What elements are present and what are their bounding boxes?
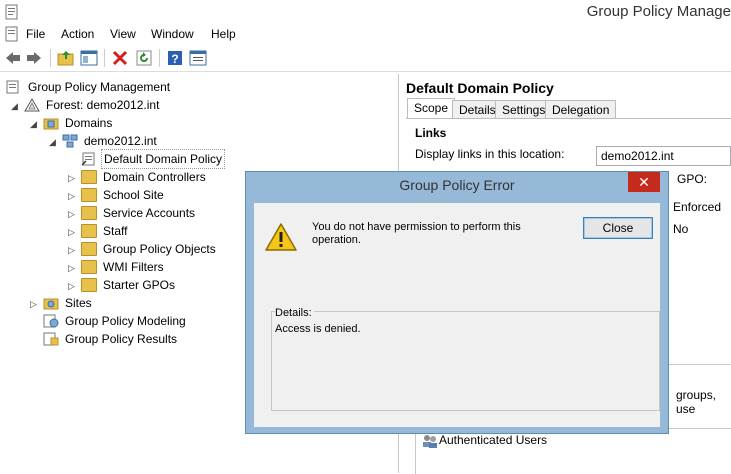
- delete-icon[interactable]: [111, 49, 129, 67]
- back-icon[interactable]: [4, 49, 22, 67]
- collapsed-arrow-icon[interactable]: ▷: [68, 281, 75, 292]
- forest-icon: [24, 98, 40, 112]
- security-filter-text: groups, use: [676, 388, 717, 416]
- collapsed-arrow-icon[interactable]: ▷: [68, 173, 75, 184]
- ou-folder-icon: [81, 170, 97, 184]
- enforced-column-header[interactable]: Enforced: [673, 200, 721, 214]
- window-title: Group Policy Manage: [586, 3, 731, 20]
- list-item[interactable]: Authenticated Users: [439, 433, 547, 447]
- collapsed-arrow-icon[interactable]: ▷: [30, 299, 37, 310]
- collapsed-arrow-icon[interactable]: ▷: [68, 245, 75, 256]
- menu-help[interactable]: Help: [211, 27, 236, 41]
- svg-text:?: ?: [171, 52, 178, 66]
- tab-settings[interactable]: Settings: [495, 100, 553, 119]
- tab-delegation[interactable]: Delegation: [545, 100, 617, 119]
- tab-scope[interactable]: Scope: [407, 98, 456, 119]
- pane-title: Default Domain Policy: [406, 80, 554, 96]
- dialog-body: You do not have permission to perform th…: [254, 203, 660, 427]
- collapsed-arrow-icon[interactable]: ▷: [68, 227, 75, 238]
- dialog-title: Group Policy Error: [399, 177, 515, 193]
- domains-folder-icon: [43, 118, 59, 130]
- ou-folder-icon: [81, 224, 97, 238]
- error-message: You do not have permission to perform th…: [312, 221, 521, 246]
- menu-bar: File Action View Window Help: [0, 24, 731, 44]
- links-heading: Links: [415, 126, 447, 140]
- enforced-value: No: [673, 222, 689, 236]
- gpm-icon: [6, 80, 19, 94]
- wmi-folder-icon: [81, 260, 97, 274]
- sites-icon: [43, 298, 59, 310]
- menu-action[interactable]: Action: [61, 27, 94, 41]
- ou-folder-icon: [81, 188, 97, 202]
- results-icon: [43, 332, 59, 346]
- close-button[interactable]: Close: [583, 217, 653, 239]
- security-filter-list: Authenticated Users: [415, 428, 731, 474]
- gpo-folder-icon: [81, 242, 97, 256]
- expanded-arrow-icon[interactable]: ◢: [30, 119, 37, 130]
- help-icon[interactable]: ?: [166, 49, 184, 67]
- collapsed-arrow-icon[interactable]: ▷: [68, 209, 75, 220]
- error-dialog: Group Policy Error ✕ You do not have per…: [245, 171, 669, 434]
- warning-icon: [265, 223, 297, 251]
- forward-icon[interactable]: [25, 49, 43, 67]
- details-text: Access is denied.: [275, 323, 361, 335]
- display-links-label: Display links in this location:: [415, 147, 565, 161]
- app-icon: [5, 4, 18, 20]
- gpo-label: GPO:: [677, 172, 708, 186]
- menu-file[interactable]: File: [26, 27, 45, 41]
- system-menu-icon[interactable]: [4, 26, 20, 42]
- show-hide-tree-icon[interactable]: [80, 49, 98, 67]
- collapsed-arrow-icon[interactable]: ▷: [68, 263, 75, 274]
- expanded-arrow-icon[interactable]: ◢: [49, 137, 56, 148]
- domain-icon: [62, 134, 78, 148]
- users-group-icon: [422, 434, 438, 448]
- dialog-close-icon[interactable]: ✕: [628, 172, 660, 192]
- details-label: Details:: [275, 307, 314, 319]
- properties-icon[interactable]: [189, 49, 207, 67]
- up-folder-icon[interactable]: [57, 49, 75, 67]
- starter-folder-icon: [81, 278, 97, 292]
- toolbar: ?: [0, 45, 731, 72]
- location-select[interactable]: demo2012.int: [596, 146, 731, 166]
- gpo-link-icon: [81, 152, 95, 166]
- expanded-arrow-icon[interactable]: ◢: [11, 101, 18, 112]
- collapsed-arrow-icon[interactable]: ▷: [68, 191, 75, 202]
- ou-folder-icon: [81, 206, 97, 220]
- title-bar: Group Policy Manage: [0, 0, 731, 24]
- modeling-icon: [43, 314, 59, 328]
- menu-window[interactable]: Window: [151, 27, 194, 41]
- refresh-icon[interactable]: [135, 49, 153, 67]
- menu-view[interactable]: View: [110, 27, 136, 41]
